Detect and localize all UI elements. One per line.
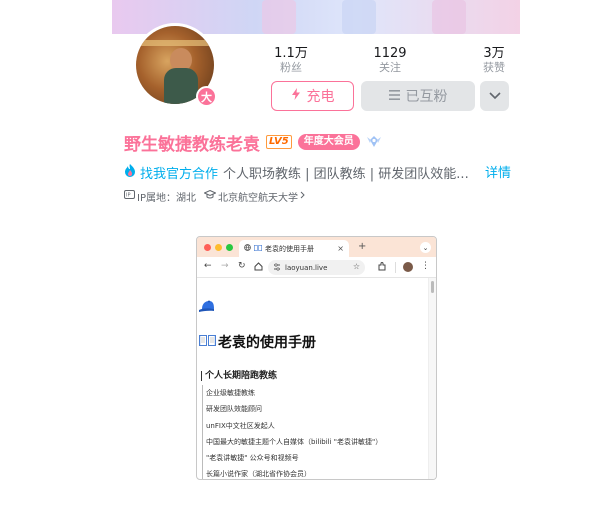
cap-icon [199,298,217,312]
address-bar: laoyuan.live ☆ [268,260,365,275]
globe-icon [244,244,251,253]
extensions-icon [378,262,387,274]
toolbar-divider [395,262,396,273]
browser-tab-bar: 老袁的使用手册 × + ⌄ [197,237,436,257]
graduation-cap-icon [203,189,217,202]
more-button[interactable] [480,81,509,111]
stat-following[interactable]: 1129 关注 [360,46,420,75]
site-settings-icon [273,263,281,273]
stats-row: 1.1万 粉丝 1129 关注 3万 获赞 [0,46,600,78]
browser-page: 老袁的使用手册 个人长期陪跑教练 企业级敏捷教练 研发团队效能顾问 unFIX中… [197,278,436,479]
list-item: 中国最大的敏捷主题个人自媒体（bilibili "老袁讲敏捷"） [202,433,382,451]
chevron-down-icon: ⌄ [420,242,431,253]
url-text: laoyuan.live [285,263,328,272]
name-row: 野生敏捷教练老袁 LV5 年度大会员 [124,131,382,155]
medal-icon[interactable] [366,133,382,152]
reload-icon: ↻ [238,261,246,271]
list-item: 企业级敏捷教练 [202,385,382,402]
chevron-down-icon [488,88,501,104]
list-item: "老袁讲敏捷" 公众号和视频号 [202,450,382,467]
section-heading: 个人长期陪跑教练 [201,368,278,381]
chevron-right-icon [300,191,305,202]
banner-decoration [262,0,296,34]
bio-text: 个人职场教练 | 团队教练 | 研发团队效能... [223,166,469,182]
level-badge[interactable]: LV5 [266,135,292,149]
scrollbar-thumb [431,281,434,293]
browser-tab: 老袁的使用手册 × [239,240,349,257]
stat-label: 关注 [379,61,401,74]
book-icon [254,244,262,253]
embedded-browser-screenshot: 老袁的使用手册 × + ⌄ ← → ↻ laoyuan.live ☆ ⋮ 老袁的… [196,236,437,480]
lightning-icon [291,88,301,104]
ip-label: IP属地：湖北 [137,192,196,204]
book-icon [199,334,216,350]
list-item: 长篇小说作家（湖北省作协会员） [202,466,382,479]
school-label: 北京航空航天大学 [217,192,298,204]
stat-value: 1129 [373,46,407,61]
ip-icon: IP [124,190,135,202]
sign-row: 找我官方合作 个人职场教练 | 团队教练 | 研发团队效能... [124,162,512,182]
mutual-follow-button[interactable]: 已互粉 [361,81,475,111]
profile-list: 企业级敏捷教练 研发团队效能顾问 unFIX中文社区发起人 中国最大的敏捷主题个… [202,385,382,479]
stat-label: 获赞 [483,61,505,74]
banner-decoration [342,0,376,34]
official-cooperation-link[interactable]: 找我官方合作 [124,163,218,182]
back-icon: ← [204,261,212,271]
home-icon [254,262,263,274]
minimize-dot [215,244,222,251]
school-info[interactable]: 北京航空航天大学 [203,189,305,204]
close-icon: × [337,244,344,253]
official-cooperation-label: 找我官方合作 [140,166,219,182]
star-icon: ☆ [352,262,360,271]
vip-badge[interactable]: 年度大会员 [297,134,360,150]
scrollbar [428,278,436,479]
section-title: 个人长期陪跑教练 [201,371,278,381]
info-row: IP IP属地：湖北 北京航空航天大学 [124,188,305,204]
profile-avatar [403,262,413,272]
stat-label: 粉丝 [280,61,302,74]
avatar-badge: 大 [196,86,217,107]
new-tab-icon: + [358,241,367,252]
stat-value: 3万 [483,46,505,61]
page-heading: 老袁的使用手册 [199,332,316,352]
browser-toolbar: ← → ↻ laoyuan.live ☆ ⋮ [197,257,436,278]
forward-icon: → [221,261,229,271]
username: 野生敏捷教练老袁 [124,134,260,155]
ip-location: IP IP属地：湖北 [124,189,196,204]
mutual-follow-label: 已互粉 [405,89,448,105]
flame-icon [124,163,136,181]
zoom-dot [226,244,233,251]
stat-likes: 3万 获赞 [464,46,524,75]
page-title: 老袁的使用手册 [218,335,316,351]
tab-title: 老袁的使用手册 [265,244,314,253]
svg-text:IP: IP [126,193,131,199]
list-item: unFIX中文社区发起人 [202,417,382,434]
banner-decoration [432,0,466,34]
charge-label: 充电 [306,89,335,105]
menu-icon [388,88,400,104]
list-item: 研发团队效能顾问 [202,401,382,418]
close-dot [204,244,211,251]
stat-followers[interactable]: 1.1万 粉丝 [261,46,321,75]
more-vert-icon: ⋮ [421,261,430,271]
charge-button[interactable]: 充电 [271,81,354,111]
detail-link[interactable]: 详情 [485,162,511,181]
stat-value: 1.1万 [274,46,308,61]
